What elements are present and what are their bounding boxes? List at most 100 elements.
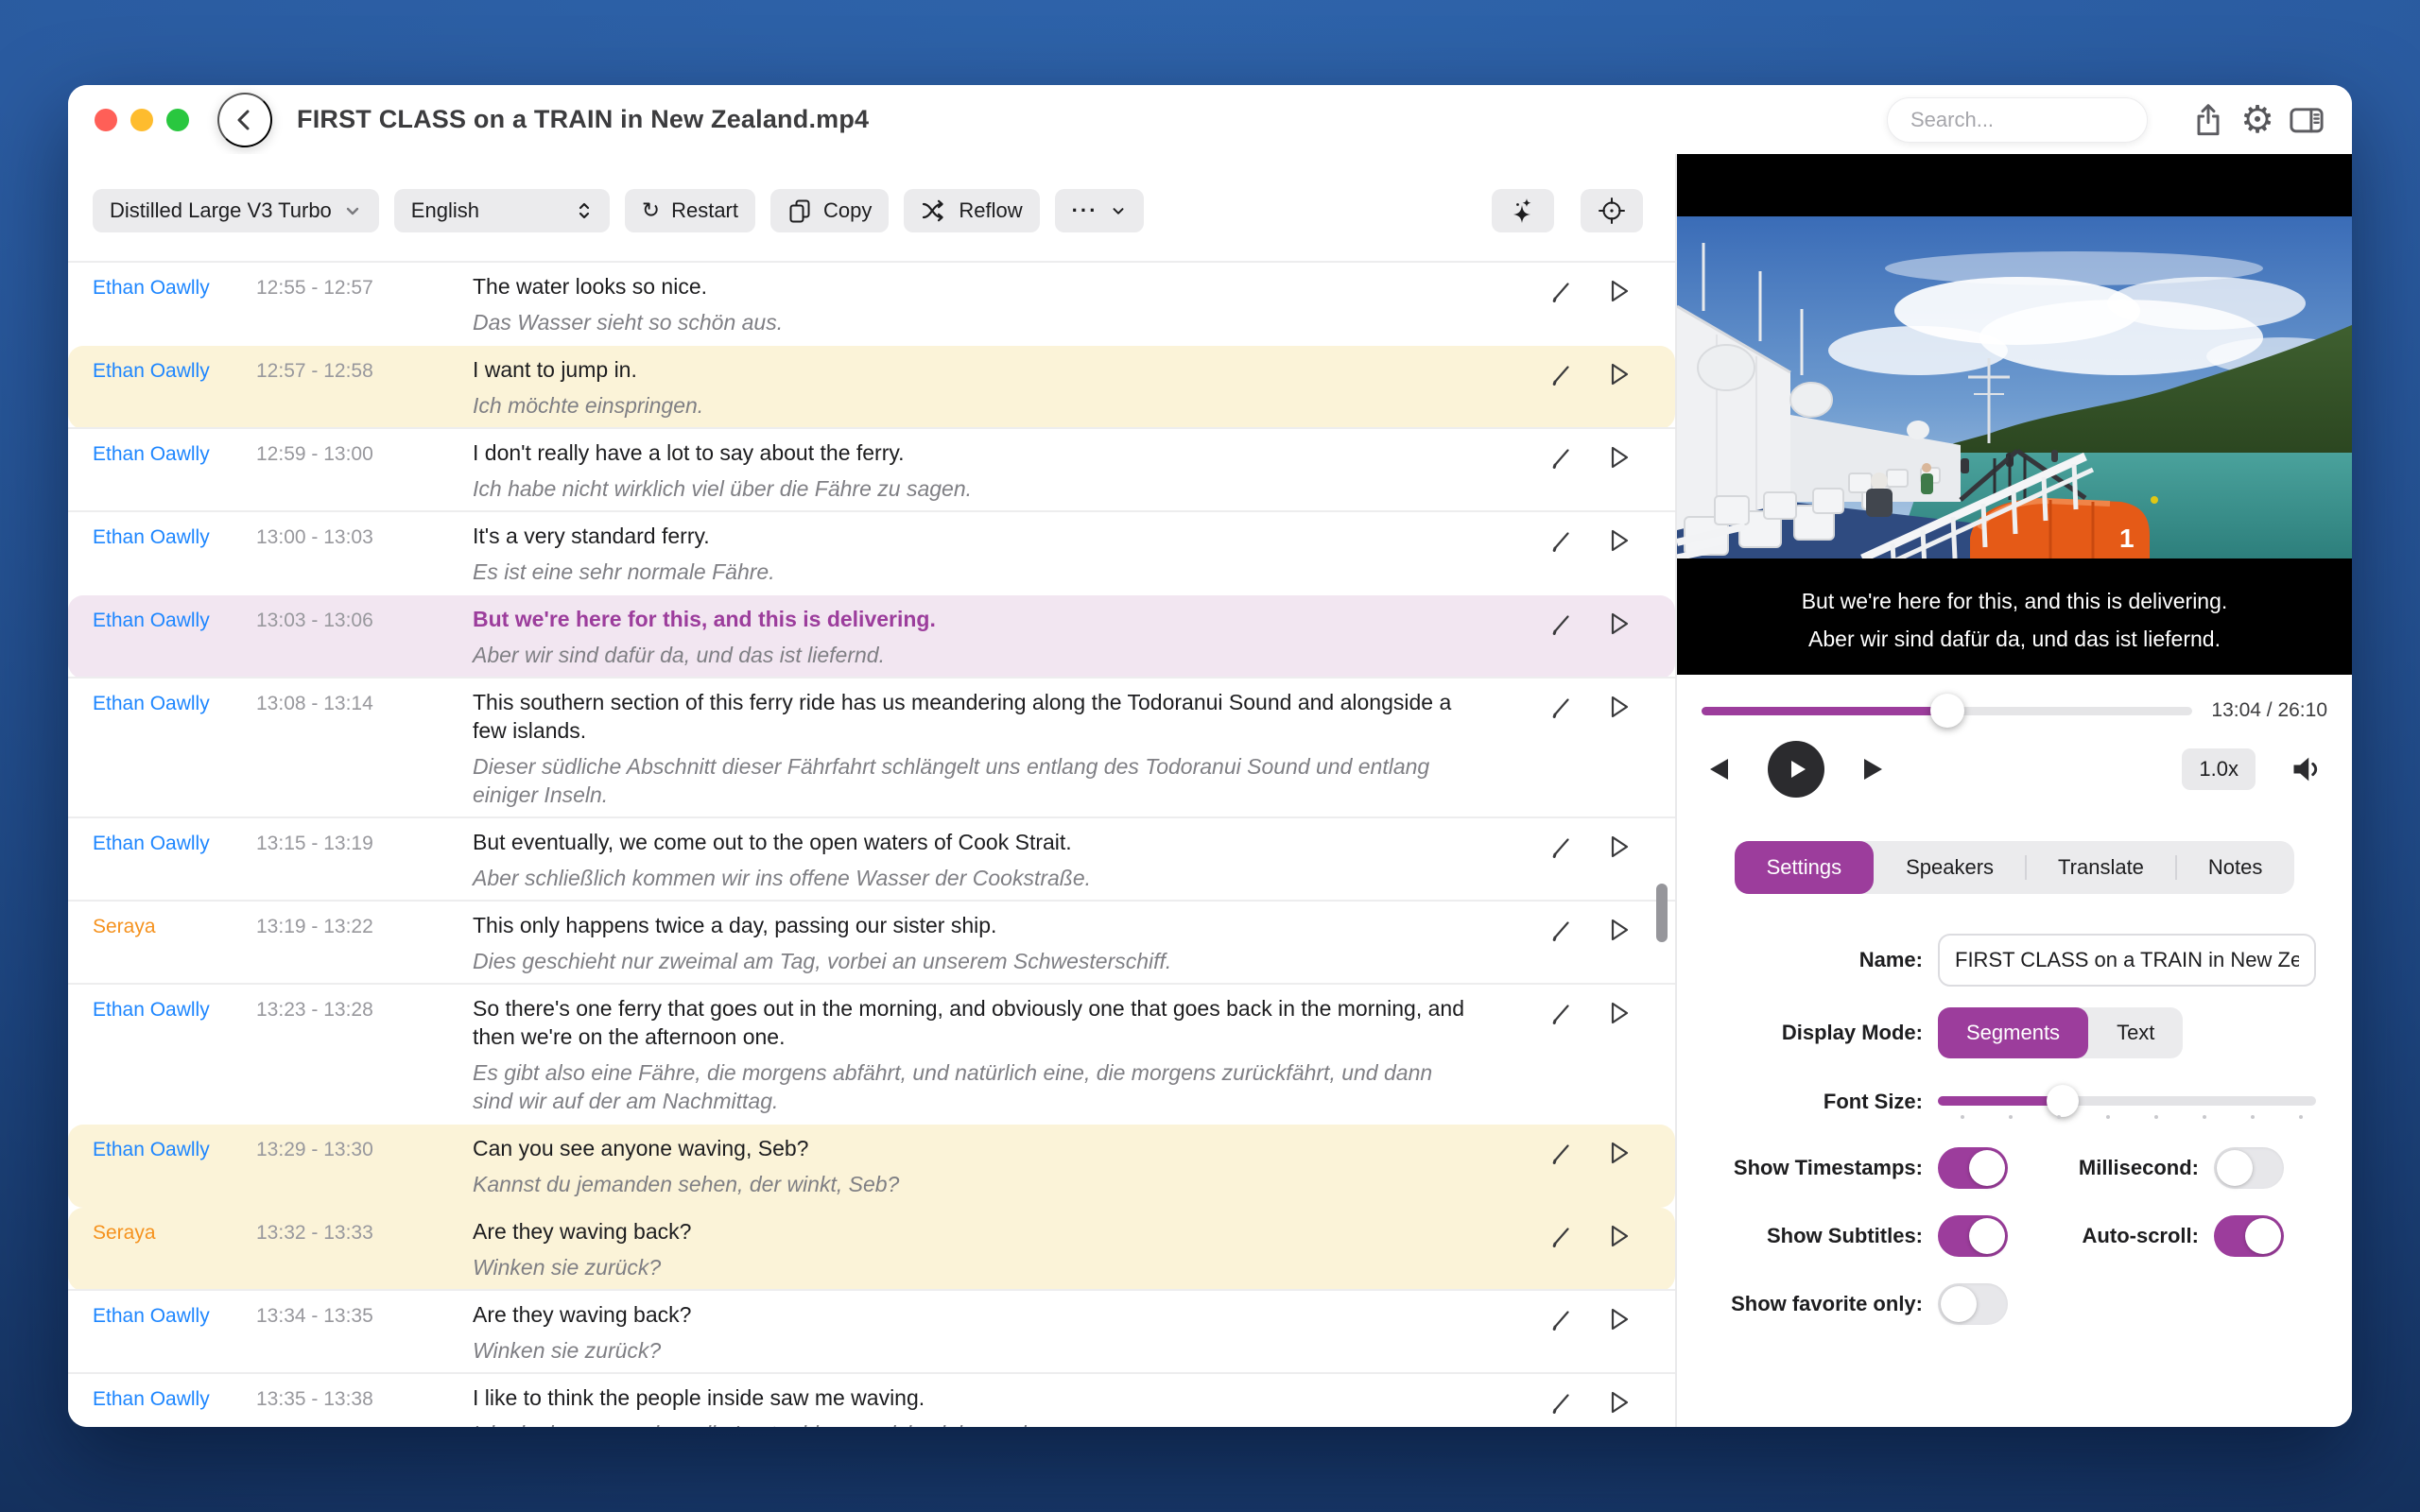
segment-speaker[interactable]: Ethan Oawlly: [93, 688, 256, 715]
display-mode-option-text[interactable]: Text: [2088, 1007, 2183, 1058]
tab-translate[interactable]: Translate: [2026, 841, 2176, 894]
edit-segment-button[interactable]: [1547, 276, 1577, 306]
edit-segment-button[interactable]: [1547, 1387, 1577, 1418]
segment-speaker[interactable]: Ethan Oawlly: [93, 1134, 256, 1161]
playback-speed-button[interactable]: 1.0x: [2182, 748, 2256, 790]
font-size-slider-thumb[interactable]: [2047, 1085, 2079, 1117]
play-segment-button[interactable]: [1603, 832, 1634, 862]
skip-forward-button[interactable]: [1858, 755, 1887, 783]
toggle-millisecond[interactable]: [2214, 1147, 2284, 1189]
segment-speaker[interactable]: Ethan Oawlly: [93, 1300, 256, 1328]
tab-notes[interactable]: Notes: [2176, 841, 2294, 894]
edit-segment-button[interactable]: [1547, 1304, 1577, 1334]
toggle-show-subtitles[interactable]: [1938, 1215, 2008, 1257]
transcript-segment-row[interactable]: Ethan Oawlly 13:08 - 13:14 This southern…: [68, 679, 1675, 818]
restart-button[interactable]: ↻ Restart: [625, 189, 755, 232]
toggle-show-timestamps[interactable]: [1938, 1147, 2008, 1189]
segment-speaker[interactable]: Ethan Oawlly: [93, 994, 256, 1022]
back-chevron-icon: [231, 106, 259, 134]
close-window-button[interactable]: [95, 109, 117, 131]
display-mode-option-segments[interactable]: Segments: [1938, 1007, 2088, 1058]
font-size-row: Font Size:: [1677, 1083, 2352, 1121]
toggle-show-favorite-only[interactable]: [1938, 1283, 2008, 1325]
video-player[interactable]: 1 But we're here for this, and this is d: [1677, 154, 2352, 675]
edit-segment-button[interactable]: [1547, 832, 1577, 862]
play-segment-button[interactable]: [1603, 1138, 1634, 1168]
back-button[interactable]: [217, 93, 272, 147]
name-field[interactable]: [1938, 934, 2316, 987]
play-segment-button[interactable]: [1603, 998, 1634, 1028]
edit-segment-button[interactable]: [1547, 609, 1577, 639]
segment-translation: Aber schließlich kommen wir ins offene W…: [473, 864, 1475, 892]
play-segment-button[interactable]: [1603, 525, 1634, 556]
edit-segment-button[interactable]: [1547, 1138, 1577, 1168]
transcript-segment-row[interactable]: Ethan Oawlly 13:29 - 13:30 Can you see a…: [68, 1125, 1675, 1208]
transcript-segment-row[interactable]: Ethan Oawlly 13:23 - 13:28 So there's on…: [68, 985, 1675, 1125]
progress-slider[interactable]: [1702, 707, 2192, 715]
transcript-segment-row[interactable]: Ethan Oawlly 13:34 - 13:35 Are they wavi…: [68, 1291, 1675, 1374]
settings-button[interactable]: ⚙: [2233, 95, 2282, 145]
segment-timestamp: 13:08 - 13:14: [256, 688, 473, 715]
play-segment-button[interactable]: [1603, 1387, 1634, 1418]
tab-settings[interactable]: Settings: [1735, 841, 1875, 894]
transcript-segment-row[interactable]: Ethan Oawlly 13:03 - 13:06 But we're her…: [68, 595, 1675, 679]
font-size-slider[interactable]: [1938, 1083, 2316, 1121]
skip-forward-icon: [1858, 755, 1887, 783]
progress-slider-thumb[interactable]: [1930, 694, 1964, 728]
search-input[interactable]: [1887, 97, 2148, 143]
name-row: Name:: [1677, 934, 2352, 987]
segment-speaker[interactable]: Ethan Oawlly: [93, 1383, 256, 1411]
play-segment-button[interactable]: [1603, 442, 1634, 472]
edit-segment-button[interactable]: [1547, 915, 1577, 945]
edit-segment-button[interactable]: [1547, 1221, 1577, 1251]
edit-segment-button[interactable]: [1547, 692, 1577, 722]
play-segment-button[interactable]: [1603, 1304, 1634, 1334]
toggle-sidebar-button[interactable]: [2282, 95, 2331, 145]
play-segment-button[interactable]: [1603, 915, 1634, 945]
play-segment-button[interactable]: [1603, 359, 1634, 389]
segment-timestamp: 13:15 - 13:19: [256, 828, 473, 855]
segment-speaker[interactable]: Ethan Oawlly: [93, 438, 256, 466]
edit-segment-button[interactable]: [1547, 525, 1577, 556]
zoom-window-button[interactable]: [166, 109, 189, 131]
gear-icon: ⚙: [2240, 101, 2274, 139]
transcript-segment-row[interactable]: Ethan Oawlly 13:35 - 13:38 I like to thi…: [68, 1374, 1675, 1427]
share-button[interactable]: [2184, 95, 2233, 145]
play-segment-button[interactable]: [1603, 609, 1634, 639]
transcript-segment-row[interactable]: Ethan Oawlly 13:00 - 13:03 It's a very s…: [68, 512, 1675, 595]
copy-button[interactable]: Copy: [770, 189, 889, 232]
segment-speaker[interactable]: Seraya: [93, 1217, 256, 1245]
reflow-button[interactable]: Reflow: [904, 189, 1039, 232]
play-segment-button[interactable]: [1603, 1221, 1634, 1251]
segment-speaker[interactable]: Seraya: [93, 911, 256, 938]
transcript-segment-row[interactable]: Ethan Oawlly 12:55 - 12:57 The water loo…: [68, 263, 1675, 346]
segment-speaker[interactable]: Ethan Oawlly: [93, 828, 256, 855]
edit-segment-button[interactable]: [1547, 359, 1577, 389]
segment-speaker[interactable]: Ethan Oawlly: [93, 272, 256, 300]
minimize-window-button[interactable]: [130, 109, 153, 131]
play-segment-button[interactable]: [1603, 692, 1634, 722]
locate-current-segment-button[interactable]: [1581, 189, 1643, 232]
tab-speakers[interactable]: Speakers: [1874, 841, 2026, 894]
play-segment-button[interactable]: [1603, 276, 1634, 306]
toggle-auto-scroll[interactable]: [2214, 1215, 2284, 1257]
segment-speaker[interactable]: Ethan Oawlly: [93, 605, 256, 632]
skip-back-button[interactable]: [1705, 755, 1734, 783]
segment-speaker[interactable]: Ethan Oawlly: [93, 522, 256, 549]
edit-segment-button[interactable]: [1547, 442, 1577, 472]
segment-speaker[interactable]: Ethan Oawlly: [93, 355, 256, 383]
transcript-segment-row[interactable]: Seraya 13:19 - 13:22 This only happens t…: [68, 902, 1675, 985]
play-pause-button[interactable]: [1768, 741, 1824, 798]
volume-button[interactable]: [2290, 752, 2324, 786]
scrollbar-thumb[interactable]: [1656, 884, 1668, 942]
language-select[interactable]: English: [394, 189, 610, 232]
play-outline-icon: [1604, 526, 1633, 555]
ai-assist-button[interactable]: [1492, 189, 1554, 232]
transcript-segment-row[interactable]: Ethan Oawlly 12:59 - 13:00 I don't reall…: [68, 429, 1675, 512]
edit-segment-button[interactable]: [1547, 998, 1577, 1028]
model-select[interactable]: Distilled Large V3 Turbo: [93, 189, 379, 232]
more-options-button[interactable]: ···: [1055, 189, 1144, 232]
transcript-segment-row[interactable]: Seraya 13:32 - 13:33 Are they waving bac…: [68, 1208, 1675, 1291]
transcript-segment-row[interactable]: Ethan Oawlly 12:57 - 12:58 I want to jum…: [68, 346, 1675, 429]
transcript-segment-row[interactable]: Ethan Oawlly 13:15 - 13:19 But eventuall…: [68, 818, 1675, 902]
